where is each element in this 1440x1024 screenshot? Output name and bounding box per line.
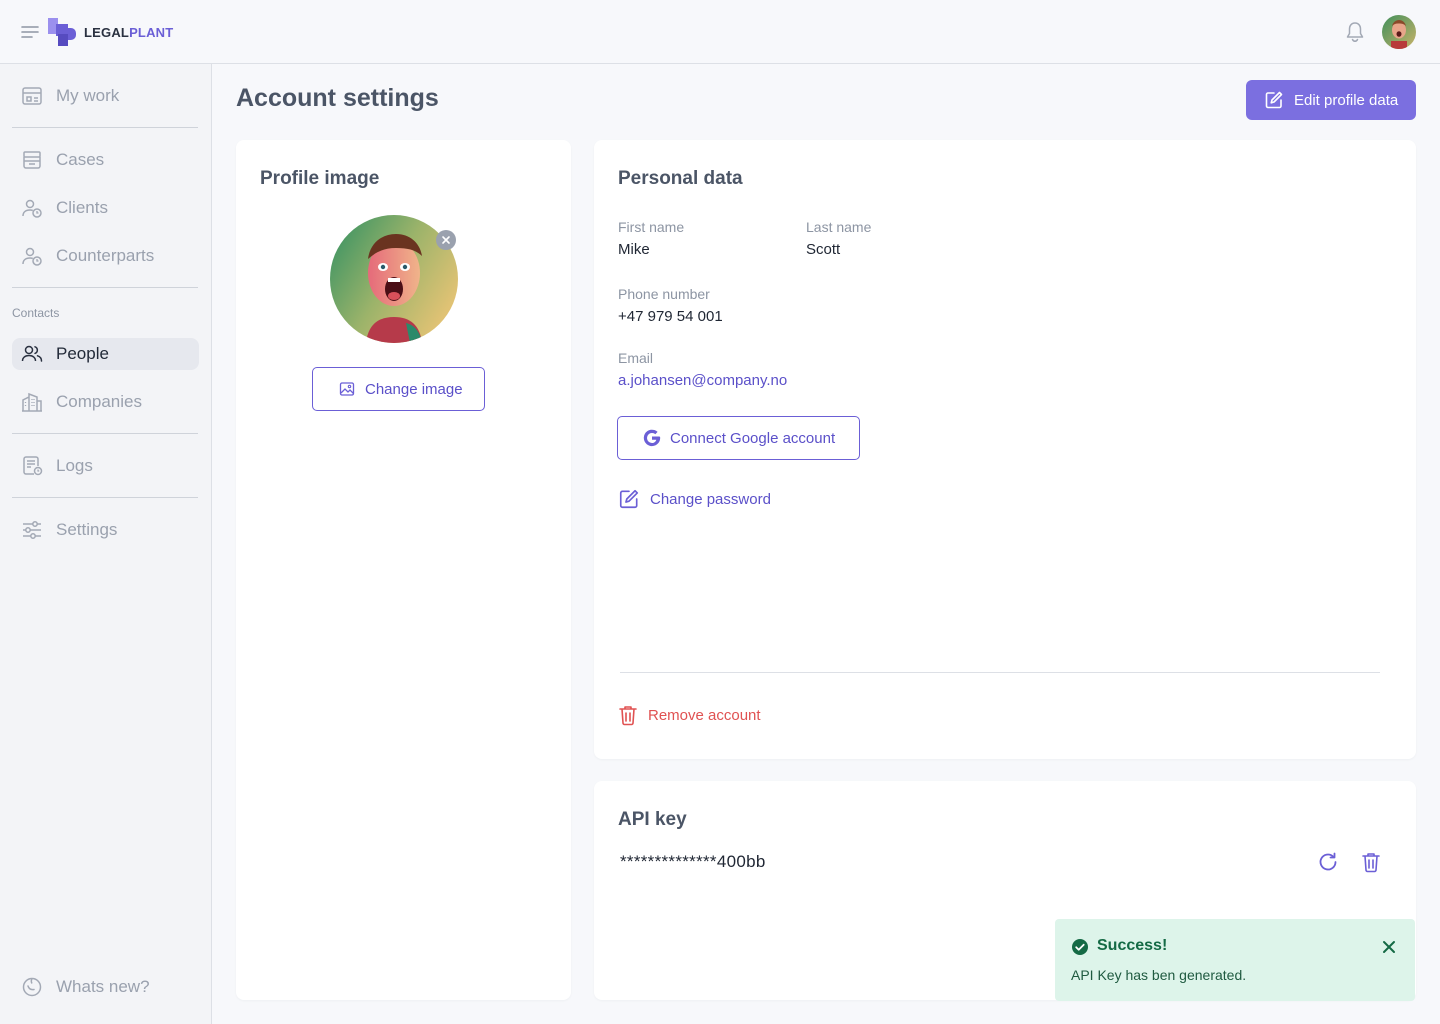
regenerate-key-button[interactable] [1316,850,1340,874]
remove-avatar-button[interactable] [436,230,456,250]
toast-close-button[interactable] [1379,937,1399,957]
api-key-value: **************400bb [620,852,766,871]
sidebar-item-label: Clients [56,198,108,217]
sidebar-item-my-work[interactable]: My work [12,80,199,112]
user-avatar[interactable] [1382,15,1416,49]
delete-key-button[interactable] [1359,850,1383,874]
edit-icon [1265,91,1283,109]
edit-profile-label: Edit profile data [1294,91,1399,109]
email-label: Email [618,350,654,366]
success-toast: Success! API Key has ben generated. [1055,919,1415,1001]
logo-icon [48,18,76,46]
sidebar-section-contacts: Contacts [12,306,60,320]
sidebar-divider [12,127,198,128]
remove-account-link[interactable]: Remove account [618,704,761,726]
sliders-icon [20,518,44,542]
calendar-icon [20,84,44,108]
card-divider [620,672,1380,673]
sidebar-item-people[interactable]: People [12,338,199,370]
phone-label: Phone number [618,286,710,302]
trash-icon [619,706,637,726]
sparkle-icon [20,975,44,999]
users-icon [20,342,44,366]
google-icon [643,429,661,447]
toast-title: Success! [1097,937,1168,954]
edit-icon [619,489,639,509]
building-icon [20,390,44,414]
user-clock-icon [20,244,44,268]
connect-google-button[interactable]: Connect Google account [617,416,860,460]
change-image-label: Change image [365,380,463,398]
sidebar-item-label: Logs [56,456,93,475]
sidebar-item-label: Counterparts [56,246,155,265]
profile-image-title: Profile image [260,168,380,189]
edit-profile-button[interactable]: Edit profile data [1246,80,1416,120]
first-name-value: Mike [618,241,650,258]
api-key-title: API key [618,809,687,830]
sidebar-item-clients[interactable]: Clients [12,192,199,224]
sidebar-item-label: My work [56,86,120,105]
sidebar-item-counterparts[interactable]: Counterparts [12,240,199,272]
sidebar-item-label: Cases [56,150,105,169]
sidebar-item-label: People [56,344,109,363]
sidebar-divider [12,433,198,434]
change-password-label: Change password [650,490,771,508]
sidebar-divider [12,497,198,498]
check-circle-icon [1072,939,1088,955]
toast-message: API Key has ben generated. [1071,967,1247,983]
bell-icon[interactable] [1344,20,1366,44]
change-image-button[interactable]: Change image [312,367,485,411]
logo-text: LEGALPLANT [84,25,173,40]
refresh-icon [1319,852,1337,871]
sidebar-item-label: Settings [56,520,118,539]
email-value[interactable]: a.johansen@company.no [618,372,787,389]
personal-data-title: Personal data [618,168,743,189]
menu-icon[interactable] [20,22,40,42]
trash-icon [1362,853,1380,873]
connect-google-label: Connect Google account [670,429,836,447]
close-icon [1383,941,1395,953]
sidebar-divider [12,287,198,288]
phone-value: +47 979 54 001 [618,308,723,325]
sidebar-item-companies[interactable]: Companies [12,386,199,418]
remove-account-label: Remove account [648,706,761,724]
log-icon [20,454,44,478]
archive-icon [20,148,44,172]
sidebar-item-cases[interactable]: Cases [12,144,199,176]
user-clock-icon [20,196,44,220]
logo-text-part1: LEGAL [84,24,130,40]
first-name-label: First name [618,219,685,235]
personal-data-card: Personal data First name Mike Last name … [594,140,1416,759]
sidebar-item-label: Whats new? [56,977,150,996]
page-title: Account settings [236,84,439,112]
sidebar-item-logs[interactable]: Logs [12,450,199,482]
top-bar: LEGALPLANT [0,0,1440,64]
last-name-value: Scott [806,241,841,258]
sidebar: My work Cases Clients Counterparts Conta… [0,64,212,1024]
image-icon [339,382,355,396]
sidebar-item-settings[interactable]: Settings [12,514,199,546]
logo-text-part2: PLANT [129,24,174,40]
logo[interactable]: LEGALPLANT [48,18,173,46]
profile-image-card: Profile image Change image [236,140,571,1000]
close-icon [442,236,450,244]
sidebar-item-whats-new[interactable]: Whats new? [12,971,199,1003]
change-password-link[interactable]: Change password [618,488,771,510]
last-name-label: Last name [806,219,872,235]
sidebar-item-label: Companies [56,392,142,411]
